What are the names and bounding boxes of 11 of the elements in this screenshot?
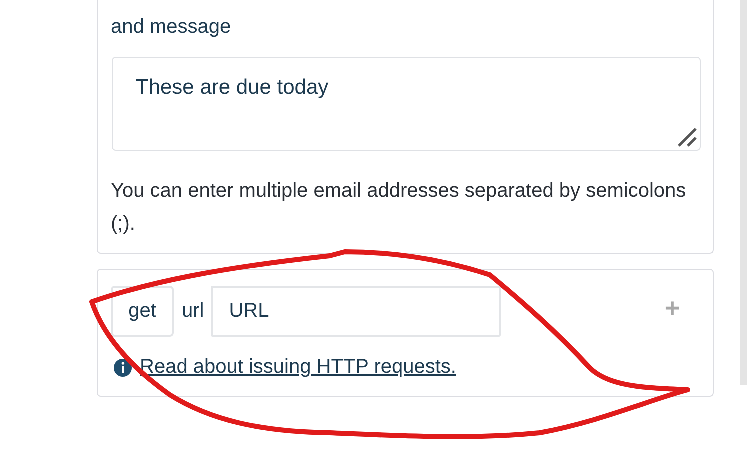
message-text: These are due today (136, 76, 329, 99)
method-button[interactable]: get (111, 286, 174, 337)
resize-grip-icon[interactable] (676, 126, 698, 148)
url-label: url (182, 300, 204, 323)
message-textarea[interactable]: These are due today (112, 57, 701, 151)
help-text: You can enter multiple email addresses separated by semicolons (;). (111, 179, 688, 237)
info-icon (114, 358, 132, 376)
info-link[interactable]: Read about issuing HTTP requests. (140, 356, 456, 379)
url-field[interactable]: URL (211, 286, 502, 337)
scrollbar[interactable] (740, 0, 747, 385)
message-label: and message (111, 15, 232, 39)
